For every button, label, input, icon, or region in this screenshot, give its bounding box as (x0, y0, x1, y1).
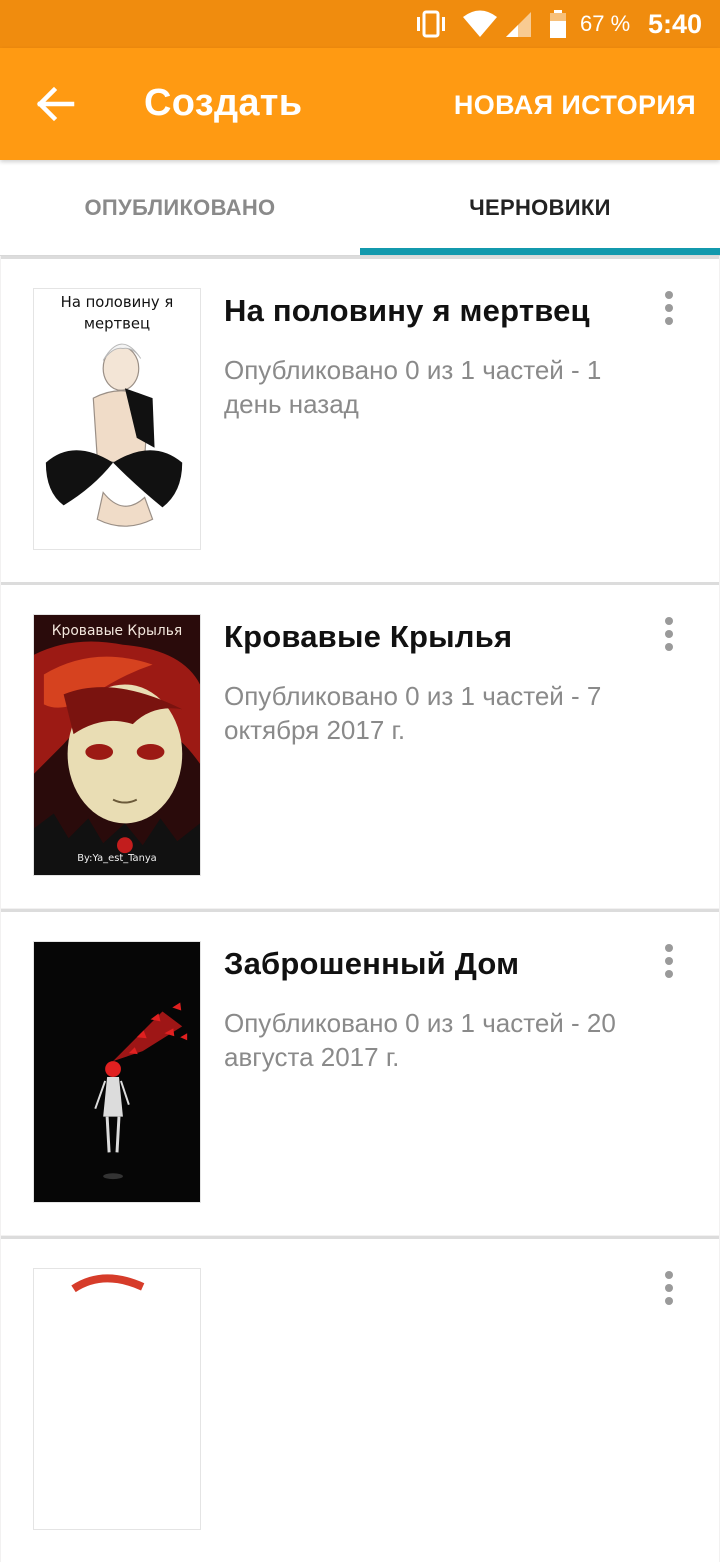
more-vert-icon (665, 957, 673, 965)
story-meta: Опубликовано 0 из 1 частей - 1 день наза… (224, 355, 602, 419)
status-bar: 67 % 5:40 (0, 0, 720, 48)
tab-indicator (360, 248, 720, 255)
story-cover[interactable] (33, 941, 201, 1203)
tab-drafts[interactable]: ЧЕРНОВИКИ (360, 160, 720, 256)
app-bar: Создать НОВАЯ ИСТОРИЯ (0, 48, 720, 160)
more-vert-icon (665, 1284, 673, 1292)
story-meta: Опубликовано 0 из 1 частей - 20 августа … (224, 1008, 616, 1072)
vibrate-icon (414, 0, 450, 48)
tab-bar: ОПУБЛИКОВАНО ЧЕРНОВИКИ (0, 160, 720, 256)
more-vert-icon (665, 304, 673, 312)
story-card[interactable]: Кровавые Крылья By:Ya_est_Tanya Кровавые… (1, 582, 719, 908)
story-title[interactable]: На половину я мертвец (224, 293, 590, 329)
cover-title: Кровавые Крылья (52, 623, 182, 639)
overflow-menu-button[interactable] (649, 1263, 689, 1313)
overflow-menu-button[interactable] (649, 609, 689, 659)
more-vert-icon (665, 643, 673, 651)
more-vert-icon (665, 970, 673, 978)
cover-title-line: На половину я (61, 293, 174, 311)
arrow-left-icon (36, 86, 75, 122)
back-button[interactable] (26, 78, 86, 130)
story-card[interactable] (1, 1236, 719, 1562)
new-story-button[interactable]: НОВАЯ ИСТОРИЯ (454, 90, 696, 121)
cover-credit: By:Ya_est_Tanya (77, 853, 156, 864)
wifi-icon (462, 0, 498, 48)
more-vert-icon (665, 944, 673, 952)
signal-icon (504, 0, 532, 48)
story-card[interactable]: Заброшенный Дом Опубликовано 0 из 1 част… (1, 909, 719, 1235)
story-title[interactable]: Заброшенный Дом (224, 946, 519, 982)
overflow-menu-button[interactable] (649, 936, 689, 986)
story-title[interactable]: Кровавые Крылья (224, 619, 512, 655)
cover-title-line: мертвец (84, 315, 150, 333)
more-vert-icon (665, 1271, 673, 1279)
story-cover[interactable] (33, 1268, 201, 1530)
more-vert-icon (665, 617, 673, 625)
story-cover[interactable]: На половину я мертвец (33, 288, 201, 550)
page-title: Создать (144, 82, 303, 124)
story-meta: Опубликовано 0 из 1 частей - 7 октября 2… (224, 681, 602, 745)
more-vert-icon (665, 291, 673, 299)
story-cover[interactable]: Кровавые Крылья By:Ya_est_Tanya (33, 614, 201, 876)
story-card[interactable]: На половину я мертвец На половину я мертв… (1, 256, 719, 582)
more-vert-icon (665, 630, 673, 638)
overflow-menu-button[interactable] (649, 283, 689, 333)
more-vert-icon (665, 1297, 673, 1305)
tab-published[interactable]: ОПУБЛИКОВАНО (0, 160, 360, 256)
more-vert-icon (665, 317, 673, 325)
clock: 5:40 (648, 8, 703, 39)
battery-icon (548, 0, 568, 48)
battery-percent: 67 % (580, 11, 631, 36)
